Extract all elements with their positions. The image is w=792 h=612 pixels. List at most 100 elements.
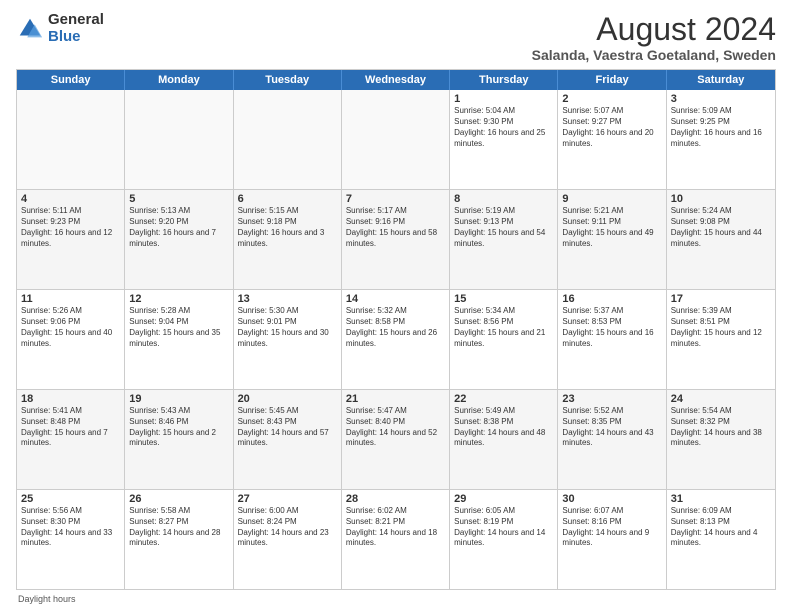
logo-icon [16,15,44,43]
cal-cell-day-21: 21Sunrise: 5:47 AM Sunset: 8:40 PM Dayli… [342,390,450,489]
cell-info: Sunrise: 6:02 AM Sunset: 8:21 PM Dayligh… [346,506,445,549]
subtitle: Salanda, Vaestra Goetaland, Sweden [532,47,776,63]
cal-cell-day-28: 28Sunrise: 6:02 AM Sunset: 8:21 PM Dayli… [342,490,450,589]
cal-cell-day-20: 20Sunrise: 5:45 AM Sunset: 8:43 PM Dayli… [234,390,342,489]
day-number: 28 [346,493,445,505]
cal-header-day-wednesday: Wednesday [342,70,450,90]
cal-cell-day-9: 9Sunrise: 5:21 AM Sunset: 9:11 PM Daylig… [558,190,666,289]
day-number: 23 [562,393,661,405]
cal-week-2: 4Sunrise: 5:11 AM Sunset: 9:23 PM Daylig… [17,190,775,290]
cal-cell-day-12: 12Sunrise: 5:28 AM Sunset: 9:04 PM Dayli… [125,290,233,389]
cell-info: Sunrise: 5:58 AM Sunset: 8:27 PM Dayligh… [129,506,228,549]
cal-cell-empty [125,90,233,189]
day-number: 13 [238,293,337,305]
day-number: 3 [671,93,771,105]
day-number: 15 [454,293,553,305]
day-number: 17 [671,293,771,305]
cal-cell-day-22: 22Sunrise: 5:49 AM Sunset: 8:38 PM Dayli… [450,390,558,489]
cell-info: Sunrise: 5:37 AM Sunset: 8:53 PM Dayligh… [562,306,661,349]
calendar-header: SundayMondayTuesdayWednesdayThursdayFrid… [17,70,775,90]
cal-week-5: 25Sunrise: 5:56 AM Sunset: 8:30 PM Dayli… [17,490,775,589]
cell-info: Sunrise: 5:28 AM Sunset: 9:04 PM Dayligh… [129,306,228,349]
cal-week-4: 18Sunrise: 5:41 AM Sunset: 8:48 PM Dayli… [17,390,775,490]
cal-cell-day-14: 14Sunrise: 5:32 AM Sunset: 8:58 PM Dayli… [342,290,450,389]
title-block: August 2024 Salanda, Vaestra Goetaland, … [532,12,776,63]
day-number: 2 [562,93,661,105]
cal-cell-day-15: 15Sunrise: 5:34 AM Sunset: 8:56 PM Dayli… [450,290,558,389]
cell-info: Sunrise: 5:19 AM Sunset: 9:13 PM Dayligh… [454,206,553,249]
cal-header-day-saturday: Saturday [667,70,775,90]
cell-info: Sunrise: 5:30 AM Sunset: 9:01 PM Dayligh… [238,306,337,349]
cal-cell-day-31: 31Sunrise: 6:09 AM Sunset: 8:13 PM Dayli… [667,490,775,589]
day-number: 30 [562,493,661,505]
cal-cell-day-18: 18Sunrise: 5:41 AM Sunset: 8:48 PM Dayli… [17,390,125,489]
cal-cell-empty [17,90,125,189]
cal-cell-day-24: 24Sunrise: 5:54 AM Sunset: 8:32 PM Dayli… [667,390,775,489]
cell-info: Sunrise: 5:52 AM Sunset: 8:35 PM Dayligh… [562,406,661,449]
day-number: 24 [671,393,771,405]
cell-info: Sunrise: 5:09 AM Sunset: 9:25 PM Dayligh… [671,106,771,149]
cal-cell-day-26: 26Sunrise: 5:58 AM Sunset: 8:27 PM Dayli… [125,490,233,589]
cal-cell-day-19: 19Sunrise: 5:43 AM Sunset: 8:46 PM Dayli… [125,390,233,489]
day-number: 5 [129,193,228,205]
cal-header-day-sunday: Sunday [17,70,125,90]
cell-info: Sunrise: 5:45 AM Sunset: 8:43 PM Dayligh… [238,406,337,449]
cell-info: Sunrise: 5:21 AM Sunset: 9:11 PM Dayligh… [562,206,661,249]
cal-cell-day-4: 4Sunrise: 5:11 AM Sunset: 9:23 PM Daylig… [17,190,125,289]
cal-cell-day-27: 27Sunrise: 6:00 AM Sunset: 8:24 PM Dayli… [234,490,342,589]
cell-info: Sunrise: 5:17 AM Sunset: 9:16 PM Dayligh… [346,206,445,249]
day-number: 19 [129,393,228,405]
day-number: 11 [21,293,120,305]
cell-info: Sunrise: 5:41 AM Sunset: 8:48 PM Dayligh… [21,406,120,449]
cell-info: Sunrise: 5:47 AM Sunset: 8:40 PM Dayligh… [346,406,445,449]
cell-info: Sunrise: 5:04 AM Sunset: 9:30 PM Dayligh… [454,106,553,149]
cell-info: Sunrise: 6:09 AM Sunset: 8:13 PM Dayligh… [671,506,771,549]
day-number: 26 [129,493,228,505]
day-number: 25 [21,493,120,505]
cal-cell-day-11: 11Sunrise: 5:26 AM Sunset: 9:06 PM Dayli… [17,290,125,389]
day-number: 18 [21,393,120,405]
header: General Blue August 2024 Salanda, Vaestr… [16,12,776,63]
cal-cell-day-23: 23Sunrise: 5:52 AM Sunset: 8:35 PM Dayli… [558,390,666,489]
cal-cell-day-7: 7Sunrise: 5:17 AM Sunset: 9:16 PM Daylig… [342,190,450,289]
cal-cell-day-6: 6Sunrise: 5:15 AM Sunset: 9:18 PM Daylig… [234,190,342,289]
cell-info: Sunrise: 5:43 AM Sunset: 8:46 PM Dayligh… [129,406,228,449]
day-number: 12 [129,293,228,305]
cell-info: Sunrise: 5:39 AM Sunset: 8:51 PM Dayligh… [671,306,771,349]
cal-cell-day-17: 17Sunrise: 5:39 AM Sunset: 8:51 PM Dayli… [667,290,775,389]
cal-header-day-thursday: Thursday [450,70,558,90]
cell-info: Sunrise: 6:07 AM Sunset: 8:16 PM Dayligh… [562,506,661,549]
cal-cell-empty [234,90,342,189]
cell-info: Sunrise: 5:11 AM Sunset: 9:23 PM Dayligh… [21,206,120,249]
footer: Daylight hours [16,594,776,604]
cal-cell-day-2: 2Sunrise: 5:07 AM Sunset: 9:27 PM Daylig… [558,90,666,189]
cal-week-3: 11Sunrise: 5:26 AM Sunset: 9:06 PM Dayli… [17,290,775,390]
main-title: August 2024 [532,12,776,47]
cell-info: Sunrise: 5:34 AM Sunset: 8:56 PM Dayligh… [454,306,553,349]
day-number: 22 [454,393,553,405]
cell-info: Sunrise: 5:56 AM Sunset: 8:30 PM Dayligh… [21,506,120,549]
day-number: 1 [454,93,553,105]
day-number: 8 [454,193,553,205]
cal-cell-day-10: 10Sunrise: 5:24 AM Sunset: 9:08 PM Dayli… [667,190,775,289]
day-number: 14 [346,293,445,305]
logo: General Blue [16,12,104,45]
day-number: 16 [562,293,661,305]
cal-cell-empty [342,90,450,189]
cal-cell-day-25: 25Sunrise: 5:56 AM Sunset: 8:30 PM Dayli… [17,490,125,589]
calendar-body: 1Sunrise: 5:04 AM Sunset: 9:30 PM Daylig… [17,90,775,589]
day-number: 6 [238,193,337,205]
cal-cell-day-13: 13Sunrise: 5:30 AM Sunset: 9:01 PM Dayli… [234,290,342,389]
day-number: 21 [346,393,445,405]
cal-header-day-tuesday: Tuesday [234,70,342,90]
cal-header-day-monday: Monday [125,70,233,90]
cal-cell-day-16: 16Sunrise: 5:37 AM Sunset: 8:53 PM Dayli… [558,290,666,389]
day-number: 27 [238,493,337,505]
cal-cell-day-5: 5Sunrise: 5:13 AM Sunset: 9:20 PM Daylig… [125,190,233,289]
logo-blue: Blue [48,29,104,46]
day-number: 4 [21,193,120,205]
day-number: 20 [238,393,337,405]
cal-cell-day-3: 3Sunrise: 5:09 AM Sunset: 9:25 PM Daylig… [667,90,775,189]
day-number: 31 [671,493,771,505]
day-number: 9 [562,193,661,205]
